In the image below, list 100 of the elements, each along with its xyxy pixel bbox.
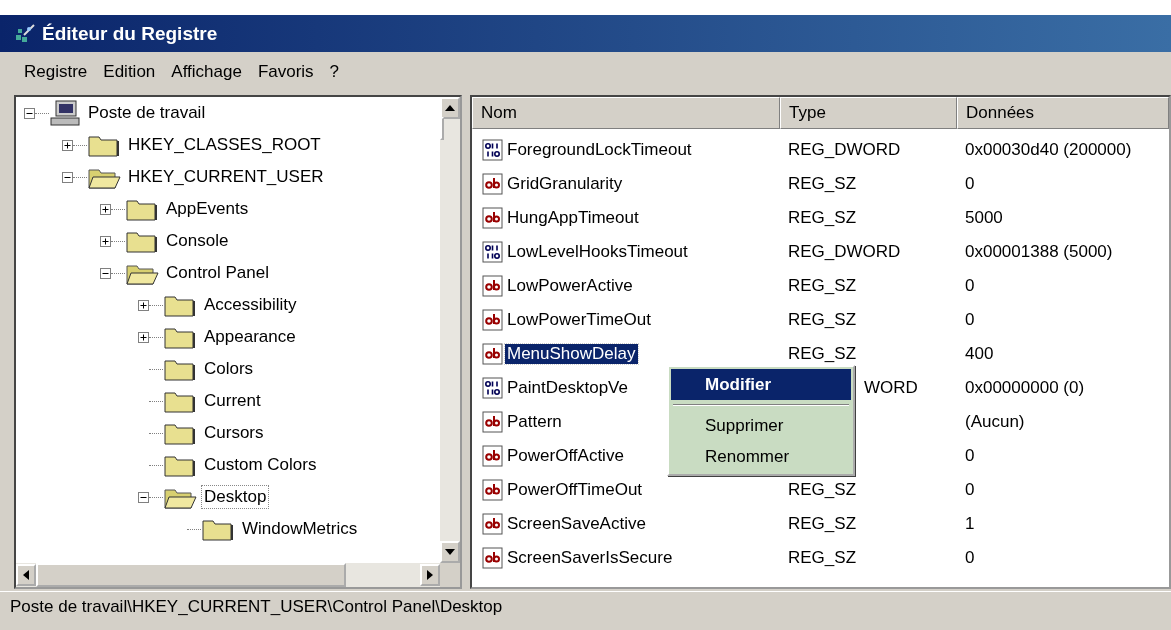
value-type: WORD <box>864 378 918 397</box>
expand-box[interactable] <box>100 235 111 247</box>
value-name[interactable]: Pattern <box>505 412 564 432</box>
menu-item[interactable]: Registre <box>22 62 90 82</box>
tree-item[interactable]: AppEvents <box>164 198 251 220</box>
value-type: REG_SZ <box>788 480 857 499</box>
value-data: 0x00001388 (5000) <box>965 242 1113 261</box>
tree-item[interactable]: HKEY_CURRENT_USER <box>126 166 326 188</box>
value-data: 0 <box>965 174 975 193</box>
value-type: REG_SZ <box>788 514 857 533</box>
down-arrow-icon <box>445 549 455 555</box>
column-header[interactable]: Nom <box>472 97 780 129</box>
string-value-icon <box>482 173 504 195</box>
value-name[interactable]: PowerOffActive <box>505 446 626 466</box>
string-value-icon <box>482 445 504 467</box>
value-type: REG_SZ <box>788 344 857 363</box>
collapse-box[interactable] <box>138 491 149 503</box>
string-value-icon <box>482 309 504 331</box>
menu-item[interactable]: Edition <box>101 62 158 82</box>
menu-item[interactable]: Modifier <box>671 369 851 400</box>
expand-box[interactable] <box>138 331 149 343</box>
value-type: REG_SZ <box>788 310 857 329</box>
right-arrow-icon <box>427 570 433 580</box>
scroll-left-button[interactable] <box>16 564 36 586</box>
tree-item[interactable]: WindowMetrics <box>240 518 360 540</box>
scrollbar-corner <box>440 563 460 587</box>
binary-value-icon <box>482 139 504 161</box>
column-header[interactable]: Données <box>957 97 1169 129</box>
horizontal-scrollbar[interactable] <box>16 563 440 587</box>
collapse-box[interactable] <box>62 171 73 183</box>
string-value-icon <box>482 275 504 297</box>
value-name[interactable]: LowPowerTimeOut <box>505 310 653 330</box>
value-name[interactable]: LowPowerActive <box>505 276 635 296</box>
collapse-box[interactable] <box>100 267 111 279</box>
value-name[interactable]: ScreenSaveActive <box>505 514 648 534</box>
value-data: (Aucun) <box>965 412 1025 431</box>
value-type: REG_DWORD <box>788 140 901 159</box>
value-data: 1 <box>965 514 975 533</box>
vertical-scrollbar[interactable] <box>440 97 460 563</box>
menu-item[interactable]: Supprimer <box>671 410 851 441</box>
scroll-thumb[interactable] <box>36 563 346 587</box>
tree-item[interactable]: Colors <box>202 358 256 380</box>
string-value-icon <box>482 547 504 569</box>
column-header[interactable]: Type <box>780 97 957 129</box>
string-value-icon <box>482 207 504 229</box>
computer-icon <box>49 99 81 127</box>
value-data: 0x00030d40 (200000) <box>965 140 1132 159</box>
menu-item[interactable]: Favoris <box>255 62 316 82</box>
string-value-icon <box>482 343 504 365</box>
value-name[interactable]: ForegroundLockTimeout <box>505 140 694 160</box>
registry-icon <box>14 22 36 45</box>
value-data: 0 <box>965 446 975 465</box>
value-data: 0 <box>965 480 975 499</box>
left-arrow-icon <box>23 570 29 580</box>
expand-box[interactable] <box>100 203 111 215</box>
tree-item[interactable]: Console <box>164 230 231 252</box>
tree-item[interactable]: Control Panel <box>164 262 271 284</box>
value-type: REG_SZ <box>788 174 857 193</box>
value-type: REG_SZ <box>788 548 857 567</box>
tree-item[interactable]: Custom Colors <box>202 454 319 476</box>
tree-item[interactable]: Accessibility <box>202 294 299 316</box>
window-title: Éditeur du Registre <box>42 22 218 45</box>
scroll-down-button[interactable] <box>440 541 460 563</box>
string-value-icon <box>482 513 504 535</box>
value-data: 5000 <box>965 208 1003 227</box>
scroll-up-button[interactable] <box>440 97 460 119</box>
menu-item[interactable]: Renommer <box>671 441 851 472</box>
tree-item[interactable]: Desktop <box>202 486 269 508</box>
expand-box[interactable] <box>62 139 73 151</box>
value-name[interactable]: MenuShowDelay <box>505 344 638 364</box>
up-arrow-icon <box>445 105 455 111</box>
value-data: 0 <box>965 310 975 329</box>
string-value-icon <box>482 479 504 501</box>
collapse-box[interactable] <box>24 107 35 119</box>
scroll-right-button[interactable] <box>420 564 440 586</box>
value-data: 400 <box>965 344 994 363</box>
value-type: REG_DWORD <box>788 242 901 261</box>
menu-item[interactable]: Affichage <box>169 62 244 82</box>
value-data: 0 <box>965 548 975 567</box>
value-name[interactable]: LowLevelHooksTimeout <box>505 242 690 262</box>
string-value-icon <box>482 411 504 433</box>
value-name[interactable]: HungAppTimeout <box>505 208 641 228</box>
tree-item[interactable]: HKEY_CLASSES_ROOT <box>126 134 323 156</box>
value-name[interactable]: GridGranularity <box>505 174 625 194</box>
tree-item[interactable]: Cursors <box>202 422 266 444</box>
tree-item[interactable]: Current <box>202 390 263 412</box>
tree-item[interactable]: Appearance <box>202 326 298 348</box>
value-name[interactable]: PaintDesktopVe <box>505 378 630 398</box>
value-data: 0x00000000 (0) <box>965 378 1085 397</box>
value-data: 0 <box>965 276 975 295</box>
expand-box[interactable] <box>138 299 149 311</box>
value-name[interactable]: ScreenSaverIsSecure <box>505 548 675 568</box>
binary-value-icon <box>482 377 504 399</box>
status-text: Poste de travail\HKEY_CURRENT_USER\Control Panel\Desktop <box>10 597 503 617</box>
menu-item[interactable]: ? <box>327 62 342 82</box>
value-name[interactable]: PowerOffTimeOut <box>505 480 645 500</box>
binary-value-icon <box>482 241 504 263</box>
tree-item[interactable]: Poste de travail <box>86 102 208 124</box>
scroll-thumb[interactable] <box>440 117 444 140</box>
value-type: REG_SZ <box>788 276 857 295</box>
